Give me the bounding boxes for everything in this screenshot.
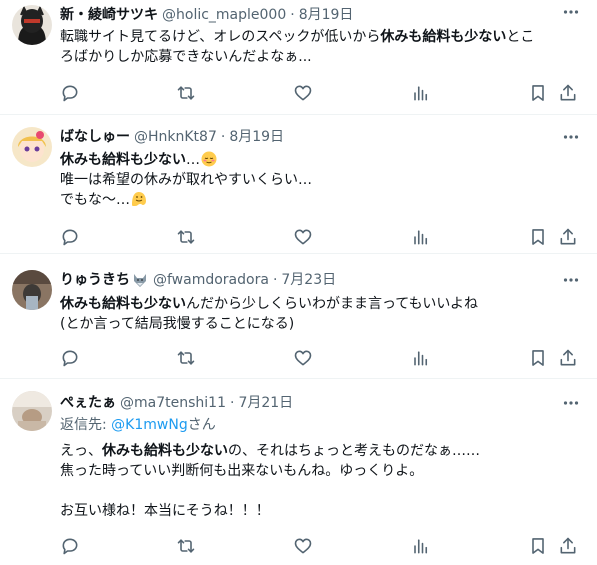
views-icon[interactable]	[410, 83, 430, 103]
tweet-text-segment: でもな〜…	[60, 192, 130, 208]
highlighted-keyword: 休みも給料も少ない	[380, 29, 507, 45]
display-name[interactable]: ばなしゅー	[60, 127, 130, 147]
like-icon[interactable]	[293, 348, 313, 368]
separator-dot: ·	[220, 129, 226, 145]
more-options-icon[interactable]	[563, 395, 579, 411]
share-icon[interactable]	[558, 348, 578, 368]
avatar[interactable]	[12, 270, 52, 310]
retweet-icon[interactable]	[176, 83, 196, 103]
separator-dot: ·	[290, 7, 295, 23]
highlighted-keyword: 休みも給料も少ない	[60, 296, 186, 312]
more-options-icon[interactable]	[563, 4, 579, 20]
reply-icon[interactable]	[60, 536, 80, 556]
relieved-face-emoji	[201, 151, 217, 167]
user-handle[interactable]: @fwamdoradora	[153, 270, 269, 290]
reply-icon[interactable]	[60, 83, 80, 103]
display-name[interactable]: 新・綾崎サツキ	[60, 5, 158, 25]
tweet-text-segment: 転職サイト見てるけど、オレのスペックが低いから	[60, 29, 381, 45]
avatar[interactable]	[12, 5, 52, 45]
highlighted-keyword: 休みも給料も少ない	[102, 443, 228, 459]
tweet-text: えっ、休みも給料も少ないの、それはちょっと考えものだなぁ…… 焦った時っていい判…	[60, 441, 581, 521]
bookmark-icon[interactable]	[528, 536, 548, 556]
bookmark-icon[interactable]	[528, 83, 548, 103]
retweet-icon[interactable]	[176, 348, 196, 368]
user-handle[interactable]: @HnknKt87	[134, 127, 217, 147]
melting-face-emoji	[131, 191, 147, 207]
views-icon[interactable]	[410, 348, 430, 368]
display-name[interactable]: りゅうきち	[60, 270, 130, 290]
tweet-text-segment: とこ	[506, 29, 535, 45]
tweet-text-segment: えっ、	[60, 443, 102, 459]
tweet-date[interactable]: 8月19日	[229, 127, 284, 147]
retweet-icon[interactable]	[176, 227, 196, 247]
like-icon[interactable]	[293, 227, 313, 247]
tweet-text-line: 焦った時っていい判断何も出来ないもんね。ゆっくりよ。	[60, 463, 424, 479]
bookmark-icon[interactable]	[528, 348, 548, 368]
wolf-emoji	[132, 272, 148, 288]
reply-to-line: 返信先: @K1mwNgさん	[60, 415, 581, 435]
share-icon[interactable]	[558, 227, 578, 247]
reply-icon[interactable]	[60, 227, 80, 247]
tweet-text-segment: んだから少しくらいわがまま言ってもいいよね	[186, 296, 479, 312]
display-name[interactable]: ぺぇたぁ	[60, 393, 116, 413]
tweet-text: 転職サイト見てるけど、オレのスペックが低いから休みも給料も少ないとこ ろばかりし…	[60, 27, 581, 67]
tweet-actions	[60, 83, 581, 103]
tweet-feed: 新・綾崎サツキ @holic_maple000 · 8月19日 転職サイト見てる…	[0, 0, 597, 565]
like-icon[interactable]	[293, 536, 313, 556]
separator-dot: ·	[229, 395, 235, 411]
tweet[interactable]: 新・綾崎サツキ @holic_maple000 · 8月19日 転職サイト見てる…	[0, 0, 597, 115]
tweet-text-line: (とか言って結局我慢することになる)	[60, 316, 295, 332]
tweet-date[interactable]: 8月19日	[299, 5, 354, 25]
tweet[interactable]: りゅうきち @fwamdoradora · 7月23日 休みも給料も少ないんだか…	[0, 254, 597, 379]
share-icon[interactable]	[558, 83, 578, 103]
avatar[interactable]	[12, 391, 52, 431]
tweet-text-line: お互い様ね！本当にそうね！！！	[60, 503, 270, 519]
user-handle[interactable]: @ma7tenshi11	[120, 393, 226, 413]
highlighted-keyword: 休みも給料も少ない	[60, 152, 186, 168]
views-icon[interactable]	[410, 227, 430, 247]
retweet-icon[interactable]	[176, 536, 196, 556]
user-handle[interactable]: @holic_maple000	[162, 5, 286, 25]
bookmark-icon[interactable]	[528, 227, 548, 247]
like-icon[interactable]	[293, 83, 313, 103]
share-icon[interactable]	[558, 536, 578, 556]
tweet[interactable]: ばなしゅー @HnknKt87 · 8月19日 休みも給料も少ない… 唯一は希望…	[0, 115, 597, 254]
tweet-text-segment: …	[186, 152, 200, 168]
tweet-actions	[60, 348, 581, 368]
avatar[interactable]	[12, 127, 52, 167]
tweet-text: 休みも給料も少ない… 唯一は希望の休みが取れやすいくらい… でもな〜…	[60, 150, 581, 210]
views-icon[interactable]	[410, 536, 430, 556]
tweet-text-line: 唯一は希望の休みが取れやすいくらい…	[60, 172, 312, 188]
tweet[interactable]: ぺぇたぁ @ma7tenshi11 · 7月21日 返信先: @K1mwNgさん…	[0, 379, 597, 565]
tweet-date[interactable]: 7月23日	[281, 270, 336, 290]
more-options-icon[interactable]	[563, 129, 579, 145]
tweet-text: 休みも給料も少ないんだから少しくらいわがまま言ってもいいよね (とか言って結局我…	[60, 294, 581, 334]
separator-dot: ·	[272, 272, 278, 288]
tweet-actions	[60, 536, 581, 556]
tweet-text-segment: の、それはちょっと考えものだなぁ……	[228, 443, 480, 459]
reply-to-label: 返信先:	[60, 417, 112, 433]
tweet-text-line: ろばかりしか応募できないんだよなぁ...	[60, 49, 312, 65]
tweet-actions	[60, 227, 581, 247]
mention-link[interactable]: @K1mwNg	[111, 417, 188, 433]
reply-icon[interactable]	[60, 348, 80, 368]
tweet-date[interactable]: 7月21日	[238, 393, 293, 413]
more-options-icon[interactable]	[563, 272, 579, 288]
reply-to-suffix: さん	[187, 417, 216, 433]
